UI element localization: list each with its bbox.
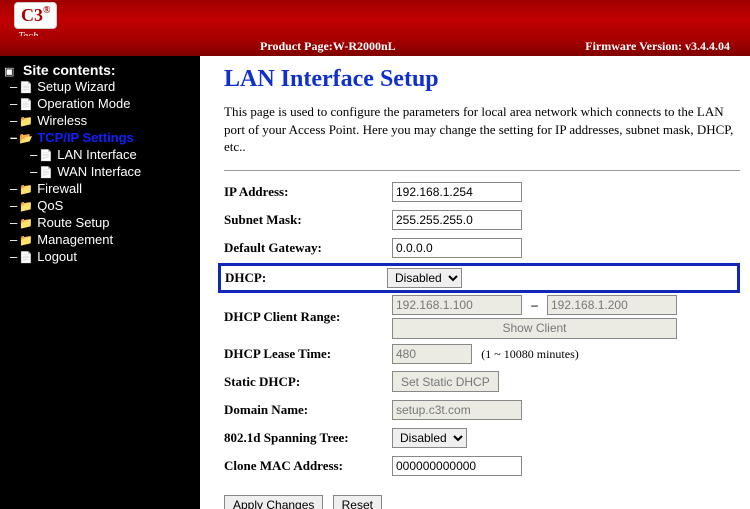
folder-open-icon [19,130,33,145]
content-pane: LAN Interface Setup This page is used to… [200,56,750,509]
input-subnet[interactable] [392,210,522,230]
label-gateway: Default Gateway: [224,240,392,256]
firmware-version: Firmware Version: v3.4.4.04 [585,39,730,54]
input-gateway[interactable] [392,238,522,258]
label-domain: Domain Name: [224,402,392,418]
sidebar-item-lan-interface[interactable]: –LAN Interface [4,146,196,163]
folder-icon [19,215,33,230]
page-icon [19,79,33,94]
label-dhcp: DHCP: [225,270,387,286]
button-show-client: Show Client [392,318,677,339]
product-page: Product Page:W-R2000nL [260,39,396,54]
page-icon [19,96,33,111]
folder-icon [19,232,33,247]
label-subnet: Subnet Mask: [224,212,392,228]
page-icon [19,249,33,264]
sidebar-item-wan-interface[interactable]: –WAN Interface [4,163,196,180]
folder-icon [19,113,33,128]
input-range-end [547,295,677,315]
input-domain [392,400,522,420]
label-ip: IP Address: [224,184,392,200]
header-banner: C3® Tech Product Page:W-R2000nL Firmware… [0,0,750,56]
sidebar: ▣ Site contents: –Setup Wizard –Operatio… [0,56,200,509]
select-stp[interactable]: Disabled [392,428,467,448]
page-description: This page is used to configure the param… [224,103,740,156]
button-reset[interactable]: Reset [333,495,382,509]
label-range: DHCP Client Range: [224,309,392,325]
sidebar-item-setup-wizard[interactable]: –Setup Wizard [4,78,196,95]
sidebar-item-management[interactable]: –Management [4,231,196,248]
range-separator: – [531,297,538,312]
button-static-dhcp: Set Static DHCP [392,371,499,392]
sidebar-item-firewall[interactable]: –Firewall [4,180,196,197]
input-lease [392,344,472,364]
button-apply[interactable]: Apply Changes [224,495,323,509]
label-stp: 802.1d Spanning Tree: [224,430,392,446]
select-dhcp[interactable]: Disabled [387,268,462,288]
page-icon [39,164,53,179]
folder-icon [19,198,33,213]
header-info-bar: Product Page:W-R2000nL Firmware Version:… [0,36,750,56]
logo-text: C3 [21,5,43,25]
folder-icon [19,181,33,196]
label-static: Static DHCP: [224,374,392,390]
toggle-icon[interactable]: ▣ [4,65,14,78]
input-ip[interactable] [392,182,522,202]
page-title: LAN Interface Setup [224,66,740,93]
page-icon [39,147,53,162]
sidebar-item-wireless[interactable]: –Wireless [4,112,196,129]
input-mac[interactable] [392,456,522,476]
label-mac: Clone MAC Address: [224,458,392,474]
sidebar-item-operation-mode[interactable]: –Operation Mode [4,95,196,112]
label-lease: DHCP Lease Time: [224,346,392,362]
sidebar-item-tcpip[interactable]: –TCP/IP Settings [4,129,196,146]
input-range-start [392,295,522,315]
sidebar-title: Site contents: [21,62,116,78]
dhcp-highlight: DHCP: Disabled [218,263,740,293]
lease-note: (1 ~ 10080 minutes) [481,347,578,361]
sidebar-item-route-setup[interactable]: –Route Setup [4,214,196,231]
sidebar-item-qos[interactable]: –QoS [4,197,196,214]
sidebar-item-logout[interactable]: –Logout [4,248,196,265]
divider [224,170,740,171]
